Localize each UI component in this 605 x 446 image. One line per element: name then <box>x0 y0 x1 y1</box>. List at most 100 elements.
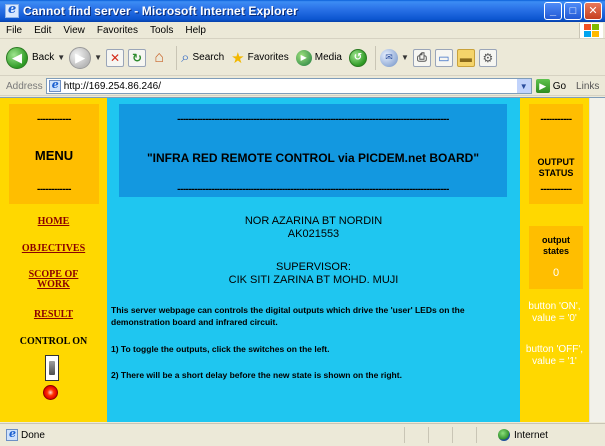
left-menu-column: ------------ MENU ------------ HOME OBJE… <box>0 98 107 422</box>
page-title: "INFRA RED REMOTE CONTROL via PICDEM.net… <box>146 151 480 165</box>
address-bar: Address http://169.254.86.246/ ▼ ▶ Go Li… <box>0 77 605 96</box>
favorites-button[interactable]: ★ Favorites <box>231 44 289 72</box>
switch-knob-icon <box>49 361 55 375</box>
menu-favorites[interactable]: Favorites <box>91 25 144 36</box>
dash-line: ------------ <box>37 114 71 125</box>
close-button[interactable]: ✕ <box>584 2 602 20</box>
menu-edit[interactable]: Edit <box>28 25 57 36</box>
folder-icon: ▬ <box>456 48 475 67</box>
security-zone: Internet <box>498 429 548 441</box>
print-button[interactable]: ⎙ <box>412 44 431 72</box>
search-icon: ⌕ <box>181 49 190 66</box>
instruction-delay: 2) There will be a short delay before th… <box>111 370 402 380</box>
go-button[interactable]: ▶ Go <box>535 79 567 93</box>
page-icon <box>6 427 18 441</box>
supervisor-label: SUPERVISOR: <box>276 261 351 273</box>
toolbar-separator <box>375 45 376 70</box>
dash-line: ------------ <box>37 184 71 195</box>
output-states-title: output states <box>542 235 570 256</box>
output-states-value: 0 <box>552 267 560 279</box>
menu-header-box: ------------ MENU ------------ <box>9 104 99 204</box>
forward-button[interactable]: ▶ ▼ <box>69 44 102 72</box>
dash-line: ----------- <box>540 184 572 195</box>
instruction-toggle: 1) To toggle the outputs, click the swit… <box>111 344 330 354</box>
status-left: Done <box>4 427 45 441</box>
menu-title: MENU <box>34 148 74 163</box>
links-button[interactable]: Links <box>576 81 599 92</box>
star-icon: ★ <box>231 49 245 67</box>
page-content: ------------ MENU ------------ HOME OBJE… <box>0 97 605 422</box>
menu-tools[interactable]: Tools <box>144 25 179 36</box>
stop-icon: ✕ <box>106 48 125 67</box>
home-icon: ⌂ <box>154 48 164 66</box>
messenger-icon: ⚙ <box>478 48 497 67</box>
control-on-label: CONTROL ON <box>19 336 88 347</box>
chevron-down-icon[interactable]: ▼ <box>516 79 531 93</box>
author-name: NOR AZARINA BT NORDIN <box>244 215 383 227</box>
home-button[interactable]: ⌂ <box>150 44 168 72</box>
globe-icon <box>498 429 510 441</box>
chevron-down-icon: ▼ <box>57 53 66 62</box>
main-column: ----------------------------------------… <box>107 98 520 422</box>
go-arrow-icon: ▶ <box>535 79 550 93</box>
description-paragraph: This server webpage can controls the dig… <box>111 305 465 327</box>
output-states-box: output states 0 <box>529 226 583 289</box>
mail-icon: ✉ <box>380 48 398 67</box>
search-button[interactable]: ⌕ Search <box>181 44 224 72</box>
address-url[interactable]: http://169.254.86.246/ <box>64 81 161 92</box>
nav-link-home[interactable]: HOME <box>0 216 107 227</box>
messenger-button[interactable]: ⚙ <box>478 44 497 72</box>
dash-line: ----------------------------------------… <box>177 114 449 125</box>
folder-button[interactable]: ▬ <box>456 44 475 72</box>
supervisor-name: CIK SITI ZARINA BT MOHD. MUJI <box>228 274 399 286</box>
output-status-column: ----------- OUTPUT STATUS ----------- ou… <box>520 98 589 422</box>
title-bar[interactable]: Cannot find server - Microsoft Internet … <box>0 0 605 22</box>
media-button[interactable]: ▶ Media <box>295 44 342 72</box>
search-label: Search <box>192 52 225 63</box>
page-icon <box>48 78 61 92</box>
menu-help[interactable]: Help <box>179 25 212 36</box>
edit-icon: ▭ <box>434 48 453 67</box>
menu-file[interactable]: File <box>0 25 28 36</box>
stop-button[interactable]: ✕ <box>106 44 125 72</box>
window-title: Cannot find server - Microsoft Internet … <box>23 4 298 18</box>
favorites-label: Favorites <box>247 52 289 63</box>
mail-button[interactable]: ✉ ▼ <box>380 44 409 72</box>
vertical-scrollbar[interactable] <box>589 98 605 422</box>
maximize-button[interactable]: □ <box>564 2 582 20</box>
status-separator <box>404 427 405 443</box>
menu-view[interactable]: View <box>57 25 91 36</box>
print-icon: ⎙ <box>412 48 431 67</box>
status-separator <box>452 427 453 443</box>
minimize-button[interactable]: _ <box>544 2 562 20</box>
status-bar: Done Internet <box>0 423 605 446</box>
nav-link-result[interactable]: RESULT <box>0 309 107 320</box>
chevron-down-icon: ▼ <box>401 53 409 62</box>
chevron-down-icon: ▼ <box>94 53 103 62</box>
nav-link-objectives[interactable]: OBJECTIVES <box>0 243 107 254</box>
menu-bar: File Edit View Favorites Tools Help <box>0 22 605 39</box>
status-text: Done <box>21 429 45 441</box>
forward-arrow-icon: ▶ <box>69 46 92 69</box>
address-label: Address <box>6 80 43 92</box>
button-off-note: button 'OFF', value = '1' <box>525 344 584 367</box>
nav-link-scope-of-work[interactable]: SCOPE OF WORK <box>0 270 107 290</box>
go-label: Go <box>552 80 567 92</box>
back-label: Back <box>32 52 55 63</box>
status-separator <box>428 427 429 443</box>
history-button[interactable]: ↺ <box>349 44 367 72</box>
back-button[interactable]: ◀ Back ▼ <box>6 44 65 72</box>
back-arrow-icon: ◀ <box>6 46 28 69</box>
status-separator <box>476 427 477 443</box>
address-input[interactable]: http://169.254.86.246/ ▼ <box>45 78 532 94</box>
toolbar: ◀ Back ▼ ▶ ▼ ✕ ↻ ⌂ ⌕ Search ★ Favorites … <box>0 40 605 76</box>
dash-line: ----------------------------------------… <box>177 184 449 195</box>
output-status-box: ----------- OUTPUT STATUS ----------- <box>529 104 583 204</box>
media-label: Media <box>314 52 342 63</box>
media-icon: ▶ <box>295 49 312 66</box>
refresh-button[interactable]: ↻ <box>128 44 147 72</box>
refresh-icon: ↻ <box>128 48 147 67</box>
edit-button[interactable]: ▭ <box>434 44 453 72</box>
red-led-icon <box>43 385 58 400</box>
toggle-switch[interactable] <box>45 355 59 381</box>
